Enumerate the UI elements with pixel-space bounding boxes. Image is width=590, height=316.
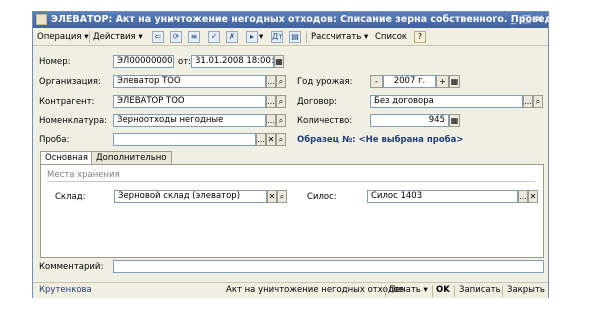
minimize-button[interactable]: _ (507, 13, 520, 26)
save-button[interactable]: Записать (459, 285, 501, 295)
go-back-icon[interactable]: ⇐ (152, 31, 164, 43)
search-icon[interactable]: ⌕ (533, 95, 543, 108)
sample-field[interactable] (113, 133, 256, 146)
search-icon[interactable]: ⌕ (276, 133, 286, 146)
sample-label: Проба: (39, 135, 70, 145)
silo-field[interactable]: Силос 1403 (367, 190, 518, 203)
search-icon[interactable]: ⌕ (277, 190, 287, 203)
contract-field[interactable]: Без договора (370, 95, 523, 108)
toolbar: Операция ▾ Действия ▾ ⇐ ⟳ ≡ ✓ ✗ ▸ ▾ Дт ▤… (33, 29, 548, 46)
search-icon[interactable]: ⌕ (276, 75, 286, 88)
refresh-icon[interactable]: ⟳ (170, 31, 182, 43)
close-form-button[interactable]: Закрыть (507, 285, 545, 295)
search-icon[interactable]: ⌕ (276, 114, 286, 127)
counterparty-label: Контрагент: (39, 97, 95, 107)
harvest-year-label: Год урожая: (297, 77, 353, 87)
harvest-year-increment-button[interactable]: + (436, 75, 449, 88)
calendar-icon[interactable]: ▦ (449, 75, 460, 88)
date-label: от: (178, 57, 192, 67)
harvest-year-decrement-button[interactable]: - (370, 75, 383, 88)
tab-panel: Места хранения Склад: Зерновой склад (эл… (40, 164, 544, 258)
organization-label: Организация: (39, 77, 101, 87)
toolbar-separator (306, 31, 307, 43)
warehouse-field[interactable]: Зерновой склад (элеватор) (114, 190, 267, 203)
comment-field[interactable] (113, 260, 544, 273)
toolbar-separator (89, 31, 90, 43)
organization-field[interactable]: Элеватор ТОО (113, 75, 266, 88)
storage-group-title: Места хранения (47, 170, 120, 180)
calculator-icon[interactable]: ▦ (449, 114, 460, 127)
clear-icon[interactable]: ✕ (267, 190, 277, 203)
help-button[interactable]: ? (414, 31, 426, 43)
tab-main[interactable]: Основная (40, 151, 94, 165)
harvest-year-field[interactable]: 2007 г. (383, 75, 436, 88)
document-icon (36, 14, 47, 25)
based-on-dropdown[interactable]: ▾ (259, 31, 263, 43)
quantity-label: Количество: (297, 116, 353, 126)
select-button[interactable]: … (518, 190, 528, 203)
select-button[interactable]: … (266, 75, 276, 88)
author-link[interactable]: Крутенкова (39, 285, 92, 295)
select-button[interactable]: … (523, 95, 533, 108)
sample-link[interactable]: Образец №: <Не выбрана проба> (297, 135, 463, 145)
print-menu[interactable]: Печать ▾ (389, 285, 428, 295)
post-document-icon[interactable]: ✓ (208, 31, 220, 43)
calendar-icon[interactable]: ▦ (274, 55, 284, 68)
document-window: ЭЛЕВАТОР: Акт на уничтожение негодных от… (32, 11, 565, 298)
group-divider (47, 181, 535, 182)
structure-icon[interactable]: ≡ (188, 31, 200, 43)
maximize-button[interactable]: □ (520, 13, 533, 26)
status-separator (432, 285, 433, 297)
close-button[interactable]: ✕ (533, 13, 546, 26)
select-button[interactable]: … (266, 95, 276, 108)
clear-icon[interactable]: ✕ (266, 133, 276, 146)
unpost-document-icon[interactable]: ✗ (226, 31, 238, 43)
select-button[interactable]: … (256, 133, 266, 146)
list-button[interactable]: Список (375, 31, 407, 43)
number-label: Номер: (39, 57, 71, 67)
search-icon[interactable]: ⌕ (276, 95, 286, 108)
number-field[interactable]: ЭЛ000000001 (113, 55, 174, 68)
contract-label: Договор: (297, 97, 337, 107)
report-icon[interactable]: ▤ (289, 31, 301, 43)
journal-icon[interactable]: Дт (271, 31, 283, 43)
ok-button[interactable]: OK (436, 285, 450, 295)
tab-additional[interactable]: Дополнительно (91, 151, 172, 164)
clear-icon[interactable]: ✕ (528, 190, 538, 203)
nomenclature-label: Номенклатура: (39, 116, 108, 126)
title-bar[interactable]: ЭЛЕВАТОР: Акт на уничтожение негодных от… (33, 12, 565, 28)
nomenclature-field[interactable]: Зерноотходы негодные (113, 114, 266, 127)
calculate-menu[interactable]: Рассчитать ▾ (311, 31, 368, 43)
status-bar: Крутенкова Акт на уничтожение негодных о… (33, 282, 548, 298)
select-button[interactable]: … (266, 114, 276, 127)
status-separator (385, 285, 386, 297)
status-separator (502, 285, 503, 297)
window-title: ЭЛЕВАТОР: Акт на уничтожение негодных от… (51, 14, 566, 25)
based-on-icon[interactable]: ▸ (246, 31, 258, 43)
actions-menu[interactable]: Действия ▾ (93, 31, 143, 43)
counterparty-field[interactable]: ЭЛЕВАТОР ТОО (113, 95, 266, 108)
date-field[interactable]: 31.01.2008 18:00:00 (191, 55, 274, 68)
quantity-field[interactable]: 945 (370, 114, 449, 127)
status-separator (454, 285, 455, 297)
print-form-button[interactable]: Акт на уничтожение негодных отходов (226, 285, 404, 295)
silo-label: Силос: (307, 192, 337, 202)
warehouse-label: Склад: (55, 192, 86, 202)
comment-label: Комментарий: (39, 262, 104, 272)
operation-menu[interactable]: Операция ▾ (37, 31, 88, 43)
